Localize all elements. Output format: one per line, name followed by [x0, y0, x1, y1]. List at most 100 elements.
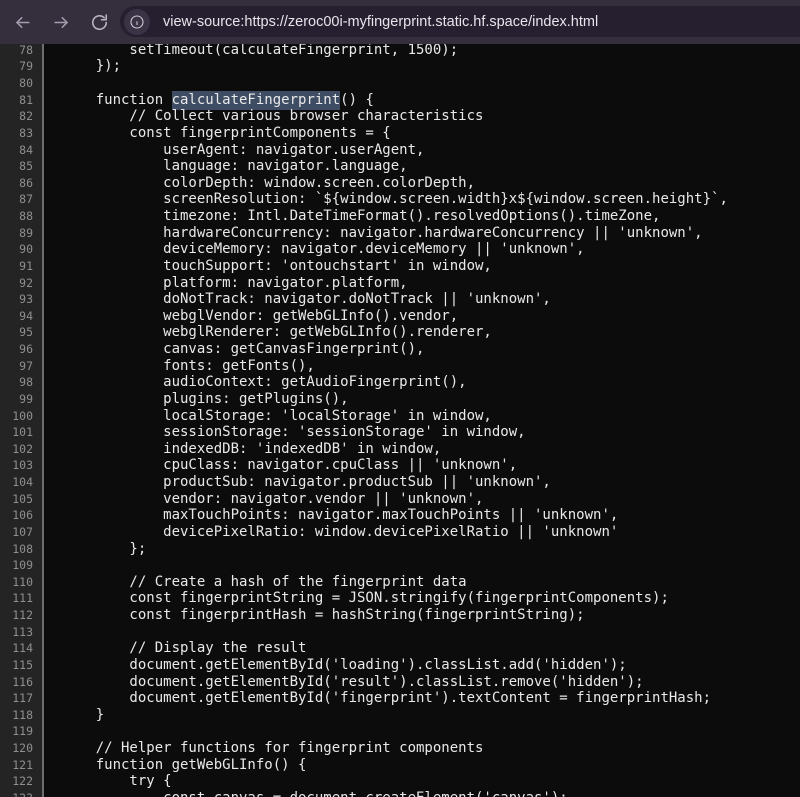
line-number: 93 — [0, 291, 44, 308]
line-number: 121 — [0, 757, 44, 774]
back-button[interactable] — [5, 5, 39, 39]
line-number: 99 — [0, 391, 44, 408]
code-text: indexedDB: 'indexedDB' in window, — [44, 441, 441, 458]
code-text: sessionStorage: 'sessionStorage' in wind… — [44, 424, 526, 441]
code-text: // Helper functions for fingerprint comp… — [44, 740, 483, 757]
code-line: 80 — [0, 75, 800, 92]
line-number: 94 — [0, 308, 44, 325]
line-number: 109 — [0, 557, 44, 574]
code-text: vendor: navigator.vendor || 'unknown', — [44, 491, 483, 508]
code-text: } — [44, 707, 104, 724]
code-text: cpuClass: navigator.cpuClass || 'unknown… — [44, 457, 517, 474]
code-line: 102 indexedDB: 'indexedDB' in window, — [0, 441, 800, 458]
code-line: 98 audioContext: getAudioFingerprint(), — [0, 374, 800, 391]
code-text: }); — [44, 58, 121, 75]
code-text: audioContext: getAudioFingerprint(), — [44, 374, 467, 391]
code-text: screenResolution: `${window.screen.width… — [44, 191, 728, 208]
code-text: deviceMemory: navigator.deviceMemory || … — [44, 241, 585, 258]
code-text: const fingerprintString = JSON.stringify… — [44, 590, 669, 607]
code-line: 116 document.getElementById('result').cl… — [0, 674, 800, 691]
line-number: 102 — [0, 441, 44, 458]
reload-icon — [90, 13, 109, 32]
forward-arrow-icon — [52, 13, 71, 32]
line-number: 101 — [0, 424, 44, 441]
line-number: 80 — [0, 75, 44, 92]
code-text: timezone: Intl.DateTimeFormat().resolved… — [44, 208, 660, 225]
code-line: 89 hardwareConcurrency: navigator.hardwa… — [0, 225, 800, 242]
code-rows: 78 setTimeout(calculateFingerprint, 1500… — [0, 42, 800, 797]
code-line: 97 fonts: getFonts(), — [0, 358, 800, 375]
code-text: canvas: getCanvasFingerprint(), — [44, 341, 424, 358]
code-line: 105 vendor: navigator.vendor || 'unknown… — [0, 491, 800, 508]
forward-button[interactable] — [44, 5, 78, 39]
code-text: document.getElementById('result').classL… — [44, 674, 644, 691]
code-text: // Collect various browser characteristi… — [44, 108, 483, 125]
browser-toolbar: view-source:https://zeroc00i-myfingerpri… — [0, 0, 800, 44]
line-number: 98 — [0, 374, 44, 391]
code-line: 121 function getWebGLInfo() { — [0, 757, 800, 774]
line-number: 100 — [0, 408, 44, 425]
code-text: document.getElementById('fingerprint').t… — [44, 690, 711, 707]
line-number: 108 — [0, 541, 44, 558]
code-text: productSub: navigator.productSub || 'unk… — [44, 474, 551, 491]
reload-button[interactable] — [82, 5, 116, 39]
code-text: try { — [44, 773, 172, 790]
code-text: function getWebGLInfo() { — [44, 757, 306, 774]
code-line: 82 // Collect various browser characteri… — [0, 108, 800, 125]
url-bar[interactable]: view-source:https://zeroc00i-myfingerpri… — [120, 6, 800, 37]
code-line: 120 // Helper functions for fingerprint … — [0, 740, 800, 757]
line-number: 117 — [0, 690, 44, 707]
info-icon — [129, 14, 145, 30]
line-number: 110 — [0, 574, 44, 591]
page-info-button[interactable] — [124, 9, 150, 35]
code-text: userAgent: navigator.userAgent, — [44, 142, 424, 159]
line-number: 111 — [0, 590, 44, 607]
line-number: 82 — [0, 108, 44, 125]
code-line: 114 // Display the result — [0, 640, 800, 657]
code-line: 92 platform: navigator.platform, — [0, 275, 800, 292]
line-number: 114 — [0, 640, 44, 657]
code-text: fonts: getFonts(), — [44, 358, 315, 375]
code-text: maxTouchPoints: navigator.maxTouchPoints… — [44, 507, 618, 524]
code-line: 88 timezone: Intl.DateTimeFormat().resol… — [0, 208, 800, 225]
code-text: language: navigator.language, — [44, 158, 408, 175]
code-line: 95 webglRenderer: getWebGLInfo().rendere… — [0, 324, 800, 341]
line-number: 116 — [0, 674, 44, 691]
code-line: 100 localStorage: 'localStorage' in wind… — [0, 408, 800, 425]
code-line: 86 colorDepth: window.screen.colorDepth, — [0, 175, 800, 192]
code-text: setTimeout(calculateFingerprint, 1500); — [44, 42, 458, 59]
code-line: 118 } — [0, 707, 800, 724]
code-text: function calculateFingerprint() { — [44, 92, 374, 109]
line-number: 113 — [0, 624, 44, 641]
code-line: 91 touchSupport: 'ontouchstart' in windo… — [0, 258, 800, 275]
line-number: 107 — [0, 524, 44, 541]
highlighted-match: calculateFingerprint — [172, 91, 341, 110]
line-number: 105 — [0, 491, 44, 508]
code-line: 93 doNotTrack: navigator.doNotTrack || '… — [0, 291, 800, 308]
code-line: 112 const fingerprintHash = hashString(f… — [0, 607, 800, 624]
code-line: 122 try { — [0, 773, 800, 790]
url-text: view-source:https://zeroc00i-myfingerpri… — [163, 14, 598, 30]
code-text: const canvas = document.createElement('c… — [44, 790, 568, 797]
code-line: 108 }; — [0, 541, 800, 558]
code-text: }; — [44, 541, 146, 558]
code-line: 87 screenResolution: `${window.screen.wi… — [0, 191, 800, 208]
code-text: hardwareConcurrency: navigator.hardwareC… — [44, 225, 703, 242]
code-text: colorDepth: window.screen.colorDepth, — [44, 175, 475, 192]
line-number: 81 — [0, 92, 44, 109]
code-line: 123 const canvas = document.createElemen… — [0, 790, 800, 797]
code-line: 107 devicePixelRatio: window.devicePixel… — [0, 524, 800, 541]
line-number: 88 — [0, 208, 44, 225]
code-line: 103 cpuClass: navigator.cpuClass || 'unk… — [0, 457, 800, 474]
code-line: 99 plugins: getPlugins(), — [0, 391, 800, 408]
code-text: // Display the result — [44, 640, 306, 657]
code-line: 117 document.getElementById('fingerprint… — [0, 690, 800, 707]
code-text: doNotTrack: navigator.doNotTrack || 'unk… — [44, 291, 551, 308]
line-number: 95 — [0, 324, 44, 341]
line-number: 106 — [0, 507, 44, 524]
line-number: 120 — [0, 740, 44, 757]
line-number: 112 — [0, 607, 44, 624]
line-number: 83 — [0, 125, 44, 142]
line-number: 89 — [0, 225, 44, 242]
line-number: 115 — [0, 657, 44, 674]
